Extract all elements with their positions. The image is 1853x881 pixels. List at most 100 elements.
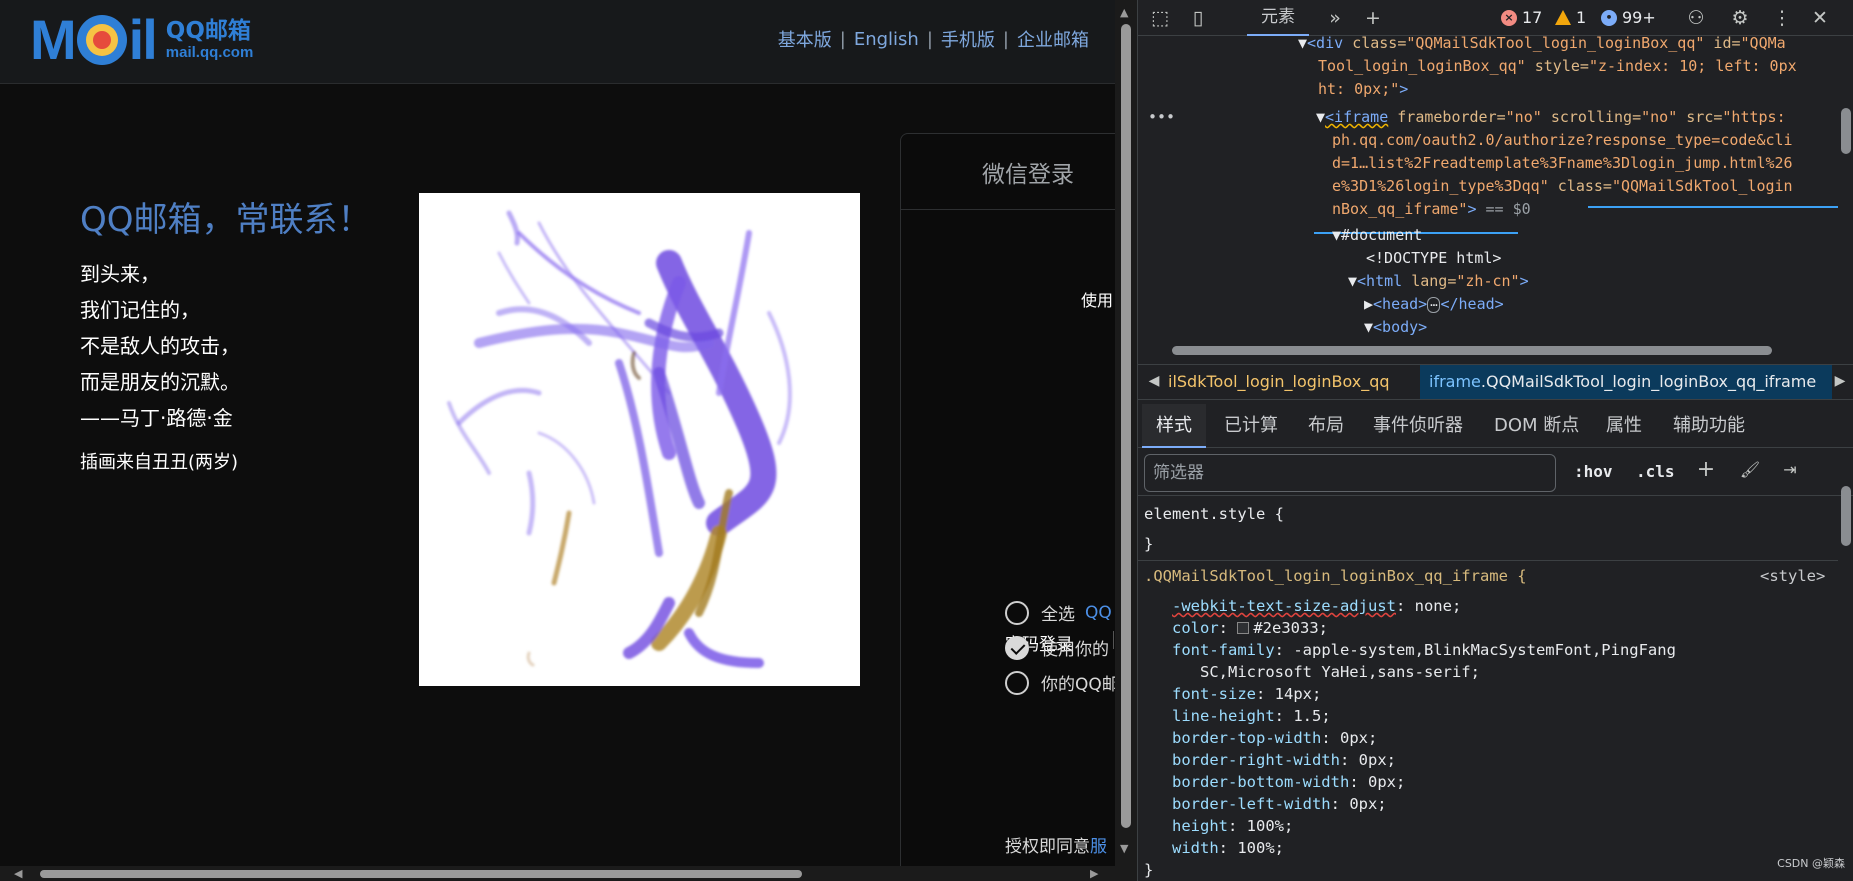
collapse-arrow-icon[interactable]: ▼ <box>1316 108 1325 126</box>
dom-vertical-scrollbar[interactable] <box>1838 36 1853 342</box>
css-declaration[interactable]: font-size: 14px; <box>1172 683 1321 705</box>
page-horizontal-scrollbar[interactable]: ◀ ▶ <box>0 866 1137 881</box>
css-declaration[interactable]: color: #2e3033; <box>1172 617 1328 639</box>
scroll-up-icon[interactable]: ▲ <box>1120 6 1128 19</box>
login-tab-header[interactable]: 微信登录 <box>901 134 1115 210</box>
css-declaration[interactable]: height: 100%; <box>1172 815 1293 837</box>
tab-layout[interactable]: 布局 <box>1308 404 1344 448</box>
tab-elements[interactable]: 元素 <box>1247 0 1309 36</box>
styles-filter-input[interactable]: 筛选器 <box>1144 454 1556 492</box>
dom-node-head[interactable]: ▶<head> ⋯ </head> <box>1364 293 1504 317</box>
breadcrumb-item[interactable]: ilSdkTool_login_loginBox_qq <box>1168 365 1390 399</box>
css-selector[interactable]: .QQMailSdkTool_login_loginBox_qq_iframe … <box>1144 565 1527 587</box>
link-separator: | <box>1002 28 1009 50</box>
option-label: 你的QQ邮 <box>1041 675 1119 695</box>
breadcrumb-item-selected[interactable]: iframe.QQMailSdkTool_login_loginBox_qq_i… <box>1420 365 1832 399</box>
warning-count-badge[interactable]: 1 <box>1555 8 1586 27</box>
link-basic-version[interactable]: 基本版 <box>778 26 832 52</box>
hov-toggle[interactable]: :hov <box>1574 462 1613 481</box>
select-all-radio[interactable] <box>1005 600 1029 625</box>
dom-line: e%3D1%26login_type%3Dqq" class="QQMailSd… <box>1332 175 1793 198</box>
scroll-left-icon[interactable]: ◀ <box>14 867 22 880</box>
scroll-thumb[interactable] <box>40 870 802 878</box>
link-english[interactable]: English <box>854 29 919 50</box>
css-value: SC,Microsoft YaHei,sans-serif; <box>1200 663 1480 681</box>
collapse-arrow-icon[interactable]: ▼ <box>1298 36 1307 52</box>
device-toolbar-icon[interactable]: ▯ <box>1186 6 1210 30</box>
scroll-down-icon[interactable]: ▼ <box>1120 842 1128 855</box>
close-devtools-icon[interactable]: ✕ <box>1808 6 1832 30</box>
connected-devices-icon[interactable]: ⚇ <box>1684 6 1708 30</box>
tab-properties[interactable]: 属性 <box>1606 404 1642 448</box>
dom-node-iframe[interactable]: ▼<iframe frameborder="no" scrolling="no"… <box>1316 106 1786 129</box>
more-tabs-icon[interactable]: » <box>1323 6 1347 30</box>
css-declaration[interactable]: border-right-width: 0px; <box>1172 749 1396 771</box>
dom-tag: <head> <box>1373 295 1428 313</box>
settings-gear-icon[interactable]: ⚙ <box>1728 6 1752 30</box>
collapsed-content-icon[interactable]: ⋯ <box>1427 297 1441 313</box>
css-value: 100%; <box>1246 817 1294 835</box>
breadcrumb-left-icon[interactable]: ◀ <box>1142 369 1166 393</box>
dom-attr-value: "z-index: 10; left: 0px <box>1588 57 1797 75</box>
scroll-right-icon[interactable]: ▶ <box>1090 867 1098 880</box>
tab-dom-breakpoints[interactable]: DOM 断点 <box>1494 404 1579 448</box>
dom-attr-name: style= <box>1534 57 1589 75</box>
collapse-arrow-icon[interactable]: ▼ <box>1364 318 1373 336</box>
more-options-icon[interactable]: ⋮ <box>1770 6 1794 30</box>
css-declaration[interactable]: -webkit-text-size-adjust: none; <box>1172 595 1461 617</box>
style-source-link[interactable]: <style> <box>1760 565 1825 587</box>
scroll-thumb[interactable] <box>1172 346 1772 355</box>
toggle-sidebar-icon[interactable]: ⇥ <box>1778 458 1802 482</box>
dom-node-html[interactable]: ▼<html lang="zh-cn"> <box>1348 270 1529 293</box>
color-swatch-icon[interactable] <box>1237 622 1250 634</box>
checked-radio[interactable] <box>1005 635 1029 660</box>
selection-underline <box>1588 206 1838 208</box>
link-enterprise-mail[interactable]: 企业邮箱 <box>1017 26 1089 52</box>
css-declaration[interactable]: width: 100%; <box>1172 837 1284 859</box>
css-declaration[interactable]: border-left-width: 0px; <box>1172 793 1387 815</box>
collapse-arrow-icon[interactable]: ▼ <box>1348 272 1357 290</box>
breadcrumb-right-icon[interactable]: ▶ <box>1828 369 1852 393</box>
option-select-all[interactable]: 全选 QQ <box>1005 600 1112 625</box>
tab-event-listeners[interactable]: 事件侦听器 <box>1373 404 1463 448</box>
new-style-rule-icon[interactable]: + <box>1694 458 1718 482</box>
cls-toggle[interactable]: .cls <box>1636 462 1675 481</box>
issues-count-badge[interactable]: • 99+ <box>1601 8 1656 27</box>
tab-accessibility[interactable]: 辅助功能 <box>1673 404 1745 448</box>
link-mobile-version[interactable]: 手机版 <box>941 26 995 52</box>
dom-horizontal-scrollbar[interactable] <box>1138 342 1838 358</box>
option-use-your[interactable]: 使用你的 <box>1005 635 1109 660</box>
scroll-thumb[interactable] <box>1841 108 1851 154</box>
inspect-element-icon[interactable]: ⬚ <box>1148 6 1172 30</box>
page-vertical-scrollbar[interactable]: ▲ ▼ <box>1115 0 1137 866</box>
dom-tag: > <box>1467 200 1477 218</box>
dom-doctype[interactable]: <!DOCTYPE html> <box>1366 247 1501 270</box>
tab-wechat-login[interactable]: 微信登录 <box>982 155 1074 189</box>
error-count-badge[interactable]: × 17 <box>1501 8 1542 27</box>
scroll-thumb[interactable] <box>1841 486 1851 546</box>
dom-node-body[interactable]: ▼<body> <box>1364 316 1427 339</box>
poem: 到头来， 我们记住的， 不是敌人的攻击， 而是朋友的沉默。 ——马丁·路德·金 <box>80 256 240 436</box>
node-actions-ellipsis[interactable]: ••• <box>1148 106 1175 129</box>
paint-brush-icon[interactable]: 🖌 <box>1738 458 1762 482</box>
css-declaration[interactable]: border-bottom-width: 0px; <box>1172 771 1405 793</box>
tab-styles[interactable]: 样式 <box>1142 404 1206 448</box>
dom-node-document[interactable]: ▼#document <box>1332 224 1422 247</box>
css-declaration[interactable]: line-height: 1.5; <box>1172 705 1331 727</box>
expand-arrow-icon[interactable]: ▶ <box>1364 295 1373 313</box>
css-declaration[interactable]: font-family: -apple-system,BlinkMacSyste… <box>1172 639 1676 661</box>
scroll-thumb[interactable] <box>1121 24 1131 828</box>
element-style-rule[interactable]: element.style { <box>1144 503 1284 525</box>
qq-mail-logo[interactable]: M il QQ邮箱 mail.qq.com <box>30 12 253 68</box>
new-tab-plus-icon[interactable]: + <box>1361 6 1385 30</box>
service-terms-link[interactable]: 服 <box>1090 837 1107 857</box>
warning-count: 1 <box>1576 8 1587 27</box>
tab-computed[interactable]: 已计算 <box>1224 404 1278 448</box>
collapse-arrow-icon[interactable]: ▼ <box>1332 226 1341 244</box>
unchecked-radio[interactable] <box>1005 670 1029 695</box>
styles-vertical-scrollbar[interactable] <box>1838 484 1853 881</box>
option-link[interactable]: QQ <box>1085 603 1112 623</box>
option-your-qq[interactable]: 你的QQ邮 <box>1005 670 1119 695</box>
css-declaration[interactable]: border-top-width: 0px; <box>1172 727 1377 749</box>
dom-node-div[interactable]: ▼<div class="QQMailSdkTool_login_loginBo… <box>1298 36 1786 55</box>
